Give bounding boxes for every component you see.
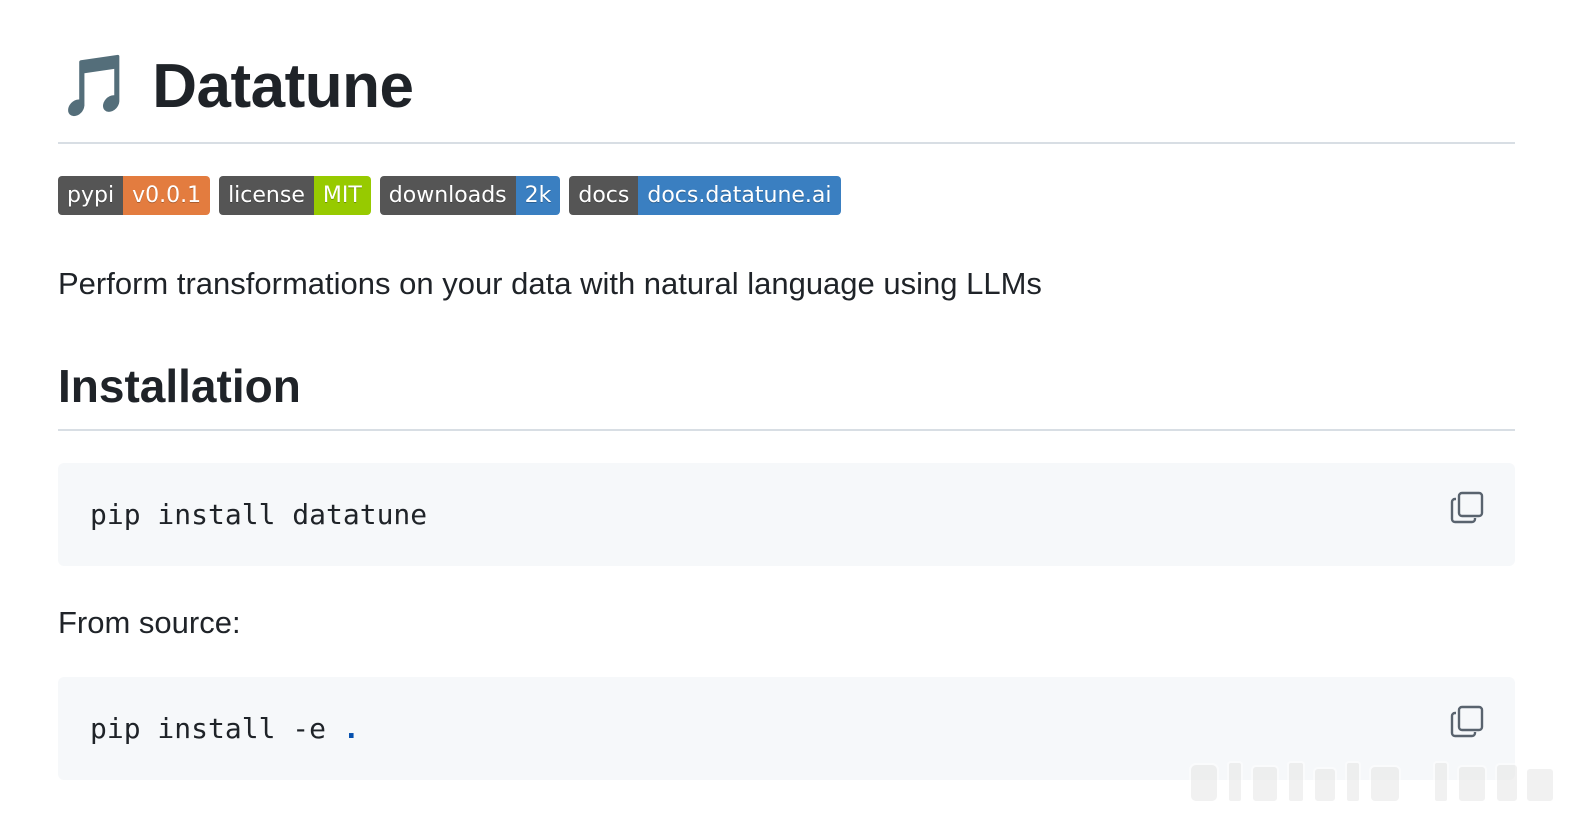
pypi-badge[interactable]: pypi v0.0.1 (58, 176, 211, 215)
code-text[interactable]: pip install -e . (90, 677, 360, 780)
watermark-icon (1189, 761, 1555, 803)
page-title: 🎵 Datatune (58, 46, 414, 126)
code-block-pip-install: pip install datatune (58, 463, 1515, 566)
copy-button[interactable] (1449, 703, 1485, 739)
badge-row: pypi v0.0.1 license MIT downloads 2k doc… (58, 176, 841, 215)
copy-icon (1450, 491, 1484, 524)
project-description: Perform transformations on your data wit… (58, 266, 1042, 301)
badge-value: v0.0.1 (123, 176, 211, 215)
downloads-badge[interactable]: downloads 2k (379, 176, 561, 215)
code-text[interactable]: pip install datatune (90, 463, 427, 566)
watermark-logo (1188, 758, 1558, 806)
badge-label: downloads (379, 176, 516, 215)
copy-icon (1450, 705, 1484, 738)
docs-badge[interactable]: docs docs.datatune.ai (569, 176, 841, 215)
copy-button[interactable] (1449, 489, 1485, 525)
badge-value: MIT (313, 176, 371, 215)
installation-divider (58, 429, 1515, 431)
installation-heading: Installation (58, 360, 301, 412)
readme-page: 🎵 Datatune pypi v0.0.1 license MIT downl… (0, 0, 1580, 826)
music-note-icon: 🎵 (58, 51, 133, 121)
page-title-text: Datatune (152, 51, 414, 121)
badge-value: docs.datatune.ai (638, 176, 841, 215)
badge-label: docs (569, 176, 639, 215)
from-source-label: From source: (58, 605, 241, 640)
license-badge[interactable]: license MIT (219, 176, 371, 215)
title-divider (58, 142, 1515, 144)
badge-value: 2k (515, 176, 561, 215)
code-dot: . (342, 712, 360, 745)
code-line: pip install datatune (90, 498, 428, 531)
badge-label: license (219, 176, 314, 215)
code-command: pip install -e (90, 712, 343, 745)
badge-label: pypi (58, 176, 124, 215)
